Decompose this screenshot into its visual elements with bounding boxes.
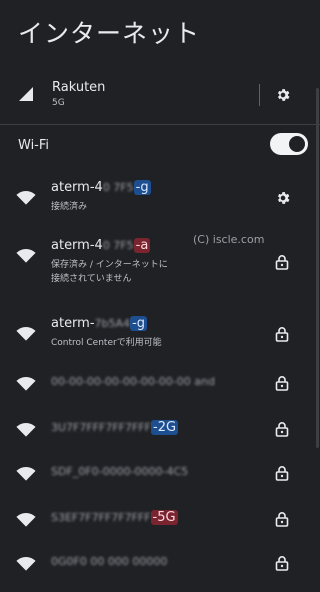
ssid-masked: 3U7F7FFF7FF7FFF bbox=[51, 421, 151, 434]
wifi-status-line1: Control Centerで利用可能 bbox=[51, 338, 162, 348]
ssid-masked: 00-00-00-00-00-00-00-00 and bbox=[51, 375, 215, 388]
ssid-masked: 0G0F0 00 000 00000 bbox=[51, 555, 168, 568]
cell-signal-icon bbox=[0, 86, 52, 102]
wifi-ssid: SDF_0F0-0000-0000-4C5 bbox=[51, 464, 188, 479]
ssid-masked: S3EF7F7FF7F7FFF bbox=[51, 511, 151, 524]
mobile-settings-gear-icon[interactable] bbox=[273, 85, 293, 105]
wifi-network-item[interactable]: SDF_0F0-0000-0000-4C5 bbox=[0, 462, 320, 502]
lock-icon bbox=[275, 254, 289, 270]
lock-icon bbox=[275, 326, 289, 342]
wifi-network-item[interactable]: aterm-40 7F5 -g 接続済み bbox=[0, 176, 320, 216]
wifi-ssid: 0G0F0 00 000 00000 bbox=[51, 554, 167, 569]
network-settings-gear-icon[interactable] bbox=[273, 188, 293, 208]
ssid-suffix: -a bbox=[133, 238, 151, 253]
ssid-prefix: aterm- bbox=[51, 316, 95, 331]
ssid-prefix: aterm-4 bbox=[51, 180, 103, 195]
wifi-signal-icon bbox=[16, 422, 36, 438]
wifi-network-item[interactable]: aterm-40 7F5 -a 保存済み / インターネットに 接続されていません bbox=[0, 234, 320, 284]
lock-icon bbox=[275, 511, 289, 527]
section-divider bbox=[0, 124, 320, 125]
wifi-status-line1: 接続済み bbox=[51, 202, 88, 212]
wifi-status: 保存済み / インターネットに 接続されていません bbox=[51, 258, 168, 286]
wifi-signal-icon bbox=[16, 466, 36, 482]
wifi-signal-icon bbox=[16, 248, 36, 264]
wifi-ssid: 00-00-00-00-00-00-00-00 and bbox=[51, 374, 215, 389]
wifi-ssid: aterm-7b5A4 -g bbox=[51, 316, 148, 331]
ssid-masked: 0 7F5 bbox=[102, 239, 134, 252]
divider bbox=[259, 84, 260, 106]
wifi-status: Control Centerで利用可能 bbox=[51, 336, 162, 350]
ssid-masked: 0 7F5 bbox=[102, 181, 134, 194]
scrollbar[interactable] bbox=[316, 88, 319, 448]
wifi-network-item[interactable]: 00-00-00-00-00-00-00-00 and bbox=[0, 372, 320, 412]
ssid-suffix: -g bbox=[133, 180, 151, 195]
page-title: インターネット bbox=[18, 19, 201, 48]
ssid-suffix: -5G bbox=[150, 510, 178, 525]
ssid-masked: 7b5A4 bbox=[94, 317, 131, 330]
wifi-status: 接続済み bbox=[51, 200, 87, 214]
lock-icon bbox=[275, 465, 289, 481]
wifi-ssid: 3U7F7FFF7FF7FFF -2G bbox=[51, 420, 179, 435]
toggle-knob bbox=[289, 136, 305, 152]
wifi-ssid: S3EF7F7FF7F7FFF -5G bbox=[51, 510, 178, 525]
mobile-network-row[interactable]: Rakuten 5G bbox=[0, 72, 320, 116]
ssid-masked: SDF_0F0-0000-0000-4C5 bbox=[51, 465, 189, 478]
wifi-ssid: aterm-40 7F5 -g bbox=[51, 180, 151, 195]
wifi-network-item[interactable]: S3EF7F7FF7F7FFF -5G bbox=[0, 508, 320, 548]
wifi-label: Wi-Fi bbox=[18, 137, 50, 153]
wifi-signal-icon bbox=[16, 376, 36, 392]
lock-icon bbox=[275, 421, 289, 437]
wifi-network-item[interactable]: aterm-7b5A4 -g Control Centerで利用可能 bbox=[0, 312, 320, 352]
wifi-network-item[interactable]: 3U7F7FFF7FF7FFF -2G bbox=[0, 418, 320, 458]
wifi-signal-icon bbox=[16, 556, 36, 572]
wifi-signal-icon bbox=[16, 512, 36, 528]
ssid-suffix: -2G bbox=[151, 420, 179, 435]
wifi-signal-icon bbox=[16, 326, 36, 342]
wifi-status-line1: 保存済み / インターネットに bbox=[51, 260, 168, 270]
ssid-prefix: aterm-4 bbox=[51, 238, 103, 253]
lock-icon bbox=[275, 375, 289, 391]
ssid-suffix: -g bbox=[130, 316, 148, 331]
wifi-signal-icon bbox=[16, 190, 36, 206]
wifi-ssid: aterm-40 7F5 -a bbox=[51, 238, 151, 253]
wifi-status-line2: 接続されていません bbox=[51, 274, 132, 284]
wifi-toggle[interactable] bbox=[270, 133, 308, 155]
wifi-network-item[interactable]: 0G0F0 00 000 00000 bbox=[0, 552, 320, 592]
